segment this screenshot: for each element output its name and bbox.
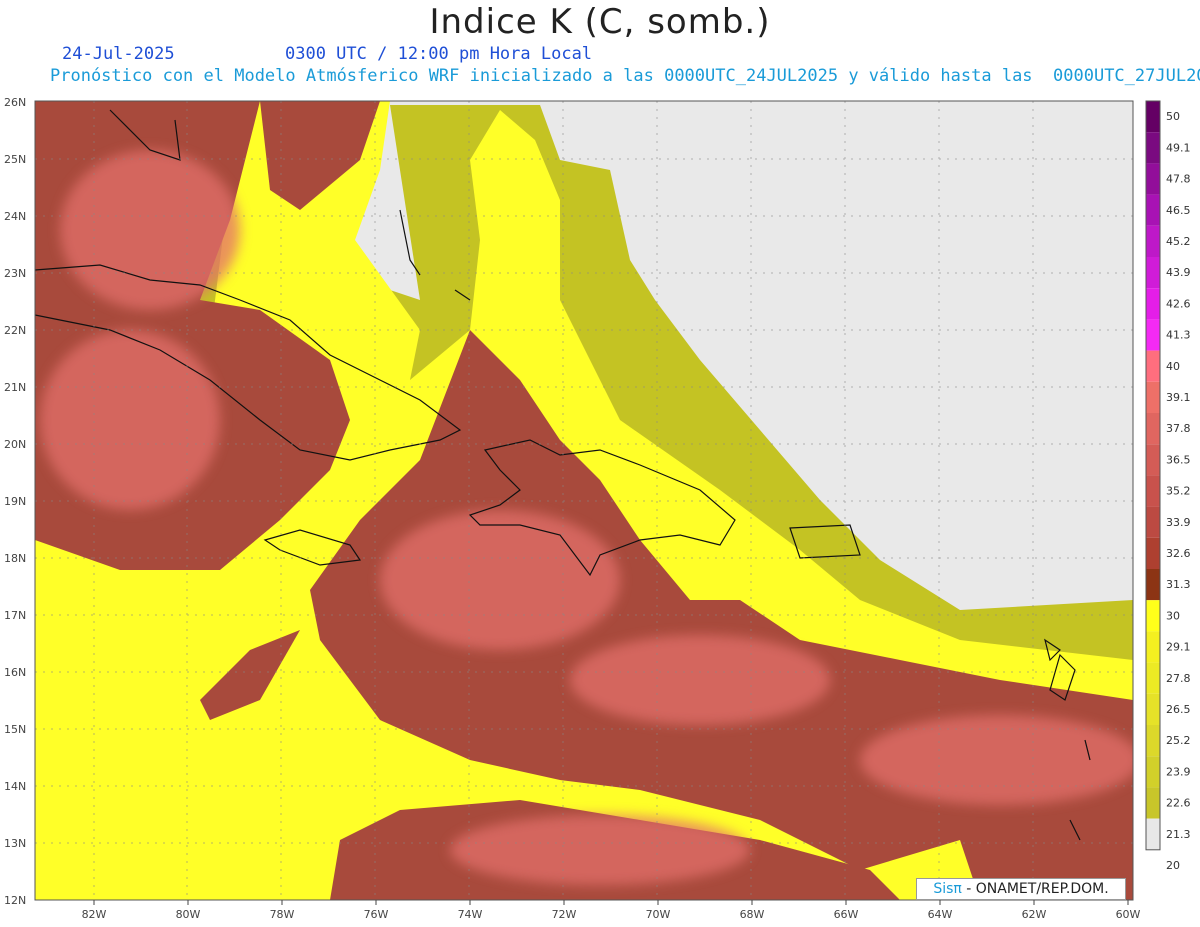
lon-label: 76W: [364, 908, 389, 921]
colorbar-swatch: [1146, 413, 1160, 445]
colorbar-label: 47.8: [1166, 173, 1191, 186]
colorbar-swatch: [1146, 381, 1160, 413]
colorbar-label: 42.6: [1166, 297, 1191, 310]
lat-label: 22N: [4, 324, 26, 337]
lon-label: 80W: [176, 908, 201, 921]
lon-label: 66W: [834, 908, 859, 921]
colorbar-label: 29.1: [1166, 641, 1191, 654]
map-field: [35, 101, 1133, 900]
lon-label: 74W: [458, 908, 483, 921]
lat-label: 15N: [4, 723, 26, 736]
colorbar-swatch: [1146, 163, 1160, 195]
colorbar-label: 23.9: [1166, 765, 1191, 778]
colorbar-label: 31.3: [1166, 578, 1191, 591]
weather-map: 82W 80W 78W 76W 74W 72W 70W 68W 66W 64W 62W 60W 26N…: [4, 96, 1191, 921]
colorbar-swatch: [1146, 569, 1160, 601]
colorbar-label: 33.9: [1166, 516, 1191, 529]
colorbar-label: 41.3: [1166, 329, 1191, 342]
lat-label: 26N: [4, 96, 26, 109]
colorbar-swatch: [1146, 756, 1160, 788]
colorbar-swatch: [1146, 600, 1160, 632]
colorbar-swatch: [1146, 101, 1160, 133]
colorbar-swatch: [1146, 537, 1160, 569]
colorbar-label: 45.2: [1166, 235, 1191, 248]
colorbar-swatch: [1146, 787, 1160, 819]
colorbar-label: 39.1: [1166, 391, 1191, 404]
colorbar-swatch: [1146, 257, 1160, 289]
lat-label: 25N: [4, 153, 26, 166]
colorbar-label: 35.2: [1166, 485, 1191, 498]
colorbar-swatch: [1146, 725, 1160, 757]
lat-label: 17N: [4, 609, 26, 622]
longitude-labels: 82W 80W 78W 76W 74W 72W 70W 68W 66W 64W 62W 60W: [82, 900, 1141, 921]
colorbar-label: 36.5: [1166, 453, 1191, 466]
colorbar-swatch: [1146, 350, 1160, 382]
lat-label: 13N: [4, 837, 26, 850]
brand-label: Sisπ: [933, 881, 962, 897]
colorbar-swatch: [1146, 194, 1160, 226]
lon-label: 70W: [646, 908, 671, 921]
colorbar: 50 49.1 47.8 46.5 45.2 43.9 42.6 41.3 40 39.1 37.8…: [1145, 100, 1191, 872]
colorbar-label: 46.5: [1166, 204, 1191, 217]
lat-label: 12N: [4, 894, 26, 907]
colorbar-label: 37.8: [1166, 422, 1191, 435]
lon-label: 78W: [270, 908, 295, 921]
lon-label: 68W: [740, 908, 765, 921]
lat-label: 16N: [4, 666, 26, 679]
lon-label: 64W: [928, 908, 953, 921]
lon-label: 62W: [1022, 908, 1047, 921]
colorbar-label: 21.3: [1166, 828, 1191, 841]
colorbar-label: 32.6: [1166, 547, 1191, 560]
colorbar-swatch: [1146, 132, 1160, 164]
colorbar-swatch: [1146, 506, 1160, 538]
colorbar-label: 50: [1166, 110, 1180, 123]
credit-text: - ONAMET/REP.DOM.: [961, 881, 1109, 897]
colorbar-swatch: [1146, 662, 1160, 694]
lat-label: 21N: [4, 381, 26, 394]
colorbar-label: 49.1: [1166, 141, 1191, 154]
colorbar-swatch: [1146, 631, 1160, 663]
lat-label: 23N: [4, 267, 26, 280]
colorbar-swatch: [1146, 475, 1160, 507]
colorbar-label: 40: [1166, 360, 1180, 373]
lon-label: 60W: [1116, 908, 1141, 921]
lat-label: 19N: [4, 495, 26, 508]
lat-label: 20N: [4, 438, 26, 451]
lat-label: 18N: [4, 552, 26, 565]
lon-label: 72W: [552, 908, 577, 921]
colorbar-swatch: [1146, 693, 1160, 725]
colorbar-swatch: [1146, 444, 1160, 476]
colorbar-swatch: [1146, 818, 1160, 850]
colorbar-swatch: [1146, 225, 1160, 257]
colorbar-label: 43.9: [1166, 266, 1191, 279]
colorbar-label: 30: [1166, 609, 1180, 622]
colorbar-swatch: [1146, 319, 1160, 351]
colorbar-label: 22.6: [1166, 797, 1191, 810]
colorbar-swatch: [1146, 288, 1160, 320]
colorbar-label: 20: [1166, 859, 1180, 872]
colorbar-label: 26.5: [1166, 703, 1191, 716]
colorbar-label: 27.8: [1166, 672, 1191, 685]
colorbar-label: 25.2: [1166, 734, 1191, 747]
lat-label: 24N: [4, 210, 26, 223]
lon-label: 82W: [82, 908, 107, 921]
credit-box: Sisπ - ONAMET/REP.DOM.: [916, 878, 1126, 900]
lat-label: 14N: [4, 780, 26, 793]
latitude-labels: 26N 25N 24N 23N 22N 21N 20N 19N 18N 17N 16N 15N 14N 1…: [4, 96, 26, 907]
